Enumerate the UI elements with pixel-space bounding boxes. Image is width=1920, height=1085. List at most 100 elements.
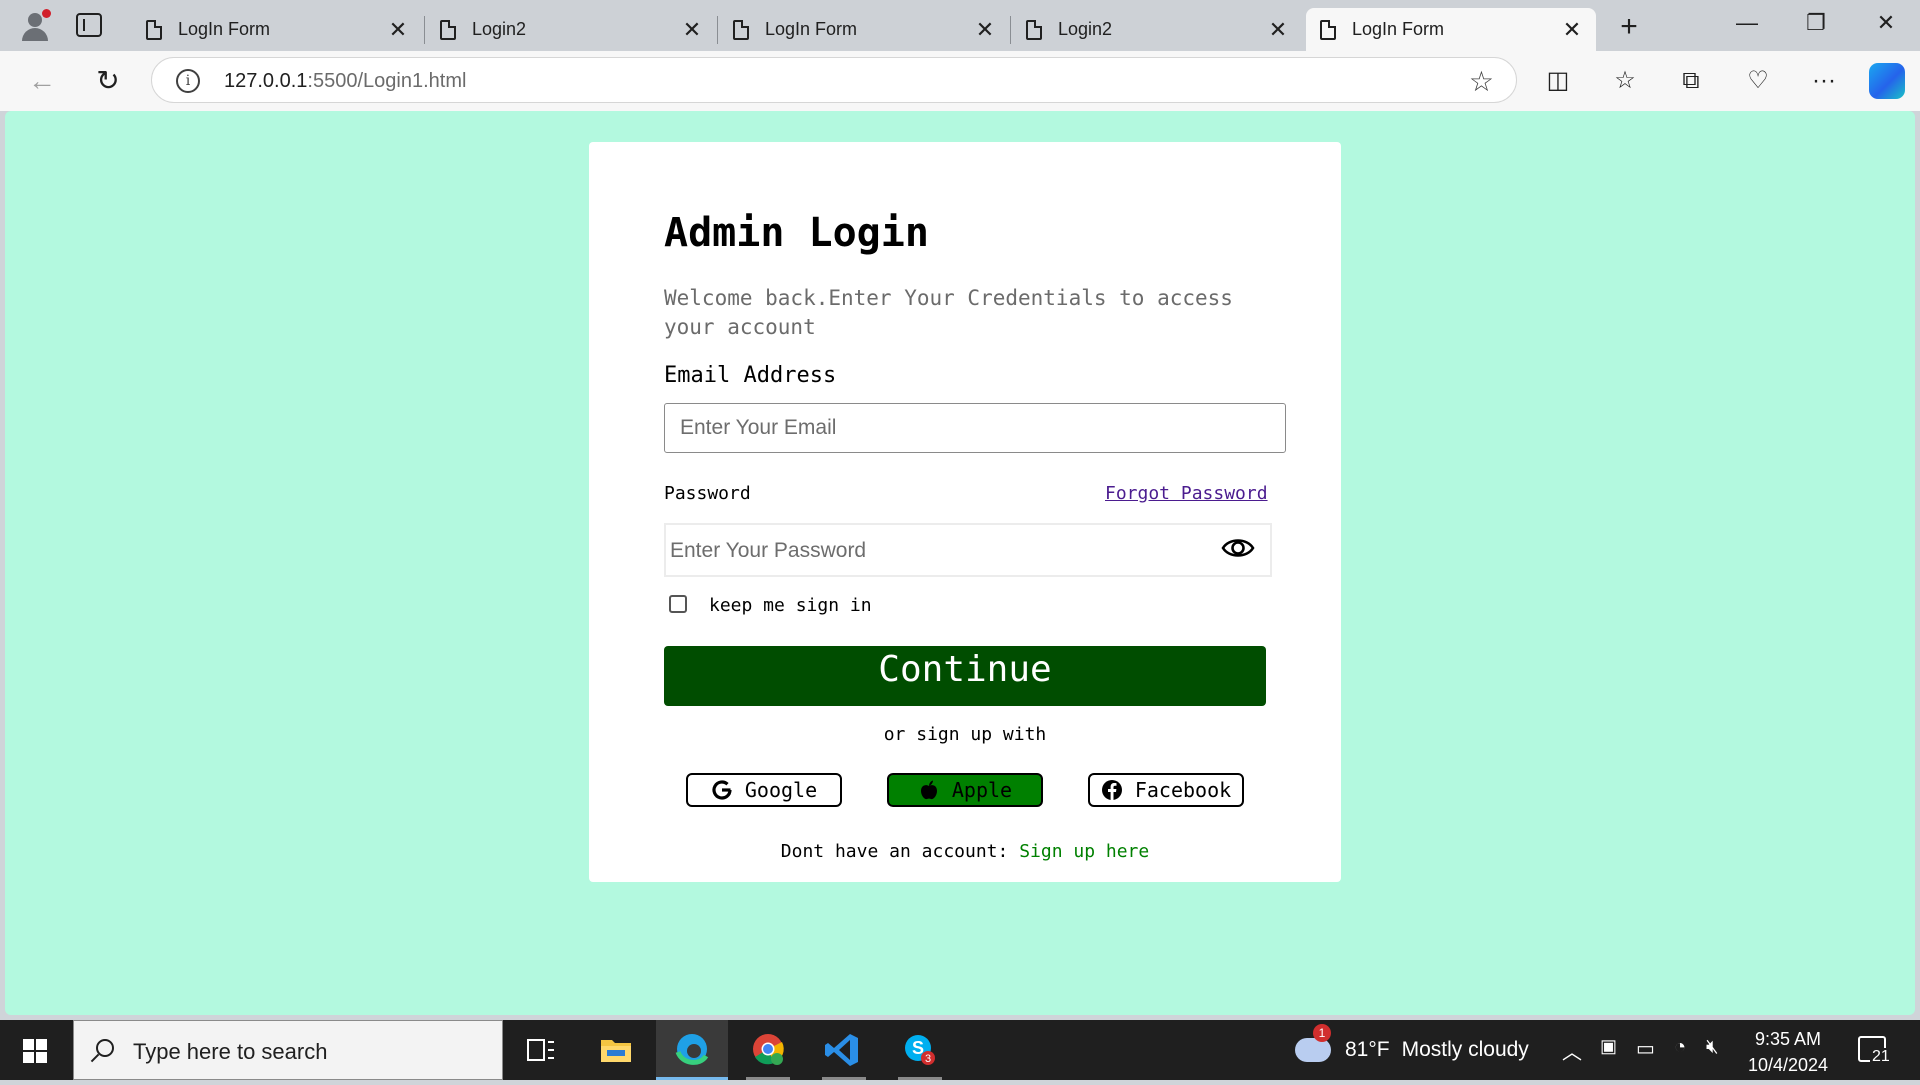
apple-icon	[920, 780, 937, 800]
tab-login-form-2[interactable]: LogIn Form ✕	[719, 8, 1009, 51]
url-path: :5500/Login1.html	[307, 70, 467, 92]
facebook-button[interactable]: Facebook	[1088, 773, 1244, 807]
page-icon	[1320, 19, 1336, 40]
close-icon[interactable]: ✕	[975, 18, 995, 41]
volume-muted-icon[interactable]: 🔇︎	[1706, 1036, 1719, 1059]
tab-label: Login2	[472, 19, 527, 39]
email-label: Email Address	[664, 363, 837, 388]
browser-essentials-icon[interactable]: ♡	[1738, 61, 1778, 101]
weather-text: Mostly cloudy	[1401, 1038, 1529, 1061]
favorite-star-icon[interactable]: ☆	[1469, 65, 1494, 98]
tab-label: Login2	[1058, 19, 1113, 39]
taskbar-search-placeholder: Type here to search	[133, 1039, 328, 1064]
tab-divider	[1010, 16, 1011, 44]
close-icon[interactable]: ✕	[1268, 18, 1288, 41]
collections-icon[interactable]: ⧉	[1671, 61, 1711, 101]
browser-titlebar: LogIn Form ✕ Login2 ✕ LogIn Form ✕ Login…	[0, 0, 1920, 51]
tab-label: LogIn Form	[1352, 19, 1445, 39]
tab-divider	[717, 16, 718, 44]
page-icon	[146, 19, 162, 40]
weather-temp: 81°F	[1345, 1038, 1390, 1061]
profile-icon[interactable]	[18, 9, 52, 43]
google-icon	[712, 780, 732, 800]
split-screen-icon[interactable]: ◫	[1538, 61, 1578, 101]
copilot-icon[interactable]	[1869, 63, 1905, 99]
apple-label: Apple	[951, 778, 1013, 802]
browser-toolbar: ← ↻ i 127.0.0.1:5500/Login1.html ☆ ◫ ☆ ⧉…	[0, 51, 1920, 111]
windows-start-icon[interactable]	[23, 1039, 47, 1063]
close-icon[interactable]: ✕	[682, 18, 702, 41]
page-icon	[1026, 19, 1042, 40]
google-label: Google	[744, 778, 818, 802]
keep-signed-in-label: keep me sign in	[709, 595, 872, 616]
or-sign-up-text: or sign up with	[883, 724, 1047, 745]
keep-signed-in-row: keep me sign in	[669, 591, 872, 616]
tab-label: LogIn Form	[178, 19, 271, 39]
chrome-taskbar-icon[interactable]	[732, 1020, 804, 1080]
page-title: Admin Login	[664, 210, 929, 256]
password-wrapper	[664, 523, 1272, 577]
tab-divider	[424, 16, 425, 44]
weather-badge: 1	[1313, 1024, 1331, 1042]
taskbar: Type here to search S3 1 81°F Mostly clo…	[0, 1020, 1920, 1080]
page-icon	[733, 19, 749, 40]
page-icon	[440, 19, 456, 40]
battery-icon[interactable]: ▭	[1636, 1036, 1655, 1061]
signup-link[interactable]: Sign up here	[1019, 841, 1149, 862]
more-icon[interactable]: ···	[1804, 61, 1844, 101]
notification-count: 21	[1870, 1048, 1892, 1066]
refresh-icon[interactable]: ↻	[88, 61, 128, 101]
file-explorer-icon[interactable]	[580, 1020, 652, 1080]
forgot-password-link[interactable]: Forgot Password	[1105, 483, 1268, 504]
apple-button[interactable]: Apple	[887, 773, 1043, 807]
info-icon[interactable]: i	[176, 69, 200, 93]
search-icon	[96, 1039, 114, 1057]
clock-time: 9:35 AM	[1754, 1029, 1822, 1049]
login-card: Admin Login Welcome back.Enter Your Cred…	[589, 142, 1341, 882]
tab-login-form-active[interactable]: LogIn Form ✕	[1306, 8, 1596, 51]
clock[interactable]: 9:35 AM 10/4/2024	[1740, 1026, 1836, 1078]
close-window-icon[interactable]: ✕	[1866, 10, 1906, 36]
cloud-icon: 1	[1295, 1024, 1331, 1062]
clock-date: 10/4/2024	[1747, 1055, 1829, 1075]
password-field[interactable]	[670, 537, 1190, 565]
url-host: 127.0.0.1	[224, 70, 308, 92]
vscode-taskbar-icon[interactable]	[808, 1020, 880, 1080]
facebook-icon	[1101, 780, 1122, 800]
signup-prefix: Dont have an account:	[780, 841, 1020, 862]
url-text[interactable]: 127.0.0.1:5500/Login1.html	[224, 70, 466, 93]
new-tab-icon[interactable]: +	[1614, 10, 1644, 44]
keep-signed-in-checkbox[interactable]	[669, 594, 687, 613]
email-field[interactable]	[664, 403, 1286, 453]
address-bar[interactable]: i 127.0.0.1:5500/Login1.html ☆	[151, 57, 1517, 103]
skype-badge: 3	[925, 1053, 931, 1065]
tab-actions-icon[interactable]	[76, 13, 102, 37]
restore-icon[interactable]: ❐	[1796, 10, 1836, 36]
page-viewport: Admin Login Welcome back.Enter Your Cred…	[5, 111, 1915, 1015]
page-subtitle: Welcome back.Enter Your Credentials to a…	[664, 286, 1233, 339]
facebook-label: Facebook	[1134, 778, 1232, 802]
weather-widget[interactable]: 1 81°F Mostly cloudy	[1295, 1024, 1529, 1062]
minimize-icon[interactable]: —	[1727, 10, 1767, 36]
edge-taskbar-icon[interactable]	[656, 1020, 728, 1080]
wifi-icon[interactable]: ◔	[1674, 1036, 1686, 1059]
tab-login-form-1[interactable]: LogIn Form ✕	[132, 8, 422, 51]
tab-login2-1[interactable]: Login2 ✕	[426, 8, 716, 51]
continue-button[interactable]: Continue	[664, 646, 1266, 706]
close-icon[interactable]: ✕	[388, 18, 408, 41]
task-view-icon[interactable]	[504, 1020, 576, 1080]
back-icon[interactable]: ←	[22, 61, 62, 101]
close-icon[interactable]: ✕	[1562, 18, 1582, 41]
meet-now-icon[interactable]: ▣	[1600, 1036, 1617, 1057]
chevron-up-icon[interactable]: ︿	[1562, 1036, 1582, 1065]
favorites-icon[interactable]: ☆	[1605, 61, 1645, 101]
signup-line: Dont have an account: Sign up here	[589, 841, 1341, 862]
password-label: Password	[664, 483, 751, 504]
skype-taskbar-icon[interactable]: S3	[884, 1020, 956, 1080]
taskbar-search[interactable]: Type here to search	[73, 1020, 503, 1080]
tab-login2-2[interactable]: Login2 ✕	[1012, 8, 1302, 51]
eye-icon[interactable]	[1221, 531, 1255, 565]
google-button[interactable]: Google	[686, 773, 842, 807]
notification-icon[interactable]: 21	[1858, 1036, 1892, 1066]
tab-label: LogIn Form	[765, 19, 858, 39]
